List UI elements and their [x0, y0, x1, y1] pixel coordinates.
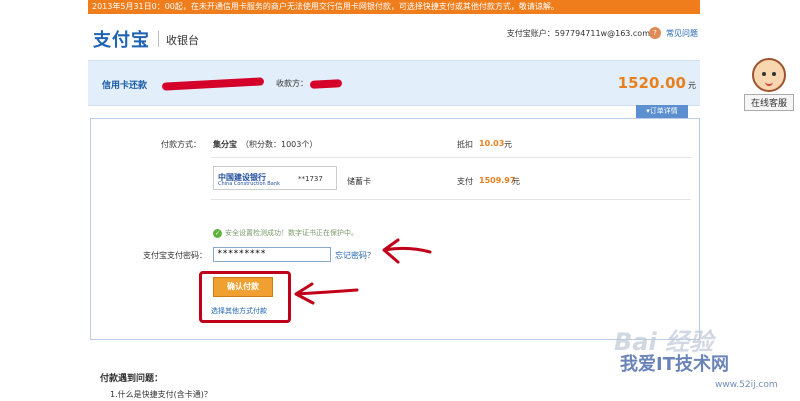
alipay-cashier-page: 2013年5月31日0：00起，在未开通信用卡服务的商户无法使用交行信用卡网银付… — [0, 0, 800, 401]
safety-text: 安全设置检测成功！数字证书正在保护中。 — [225, 229, 358, 237]
pay-amount: 1509.97 — [479, 176, 516, 185]
watermark-sub: 我爱IT技术网 — [620, 354, 729, 375]
online-service-widget[interactable]: 在线客服 — [744, 58, 794, 114]
password-input[interactable]: ********* — [213, 247, 331, 262]
points-note: （积分数：1003个） — [241, 140, 318, 149]
card-number: **1737 — [298, 175, 323, 183]
account-info: 支付宝账户：597794711w@163.com — [506, 29, 650, 38]
check-icon: ✓ — [213, 229, 222, 238]
redaction-mark — [309, 79, 343, 89]
deduct-amount: 10.03 — [479, 139, 505, 148]
row-divider — [211, 157, 691, 158]
service-avatar-icon — [752, 58, 786, 92]
bill-title: 信用卡还款 — [102, 81, 148, 91]
faq-question-1[interactable]: 1.什么是快捷支付(含卡通)？ — [110, 389, 212, 400]
row-divider — [211, 199, 691, 200]
payee-label: 收款方： — [276, 79, 308, 88]
payment-method-label: 付款方式： — [161, 140, 201, 149]
watermark-url: www.52ij.com — [715, 380, 778, 390]
bill-amount: 1520.00 — [617, 74, 686, 92]
payment-panel: 付款方式： 集分宝 （积分数：1003个） 抵扣 10.03 元 中国建设银行 … — [90, 118, 700, 340]
ccb-logo-en: China Construction Bank — [218, 181, 280, 187]
cashier-subtitle: 收银台 — [166, 34, 199, 47]
deduct-label: 抵扣 — [457, 140, 473, 149]
bill-summary-bar: 信用卡还款 收款方： 1520.00 元 — [88, 60, 700, 106]
other-payment-method-link[interactable]: 选择其他方式付款 — [211, 306, 267, 316]
card-type: 储蓄卡 — [347, 177, 371, 186]
online-service-label: 在线客服 — [744, 94, 794, 111]
safety-message: ✓ 安全设置检测成功！数字证书正在保护中。 — [213, 228, 358, 238]
amount-unit: 元 — [688, 81, 696, 90]
header: 支付宝 收银台 支付宝账户：597794711w@163.com ? 常见问题 — [88, 18, 700, 58]
watermark: Bai 经验 我爱IT技术网 www.52ij.com — [590, 318, 800, 401]
notice-banner: 2013年5月31日0：00起，在未开通信用卡服务的商户无法使用交行信用卡网银付… — [88, 0, 700, 14]
bank-card-option[interactable]: 中国建设银行 China Construction Bank **1737 — [213, 166, 337, 190]
password-label: 支付宝支付密码： — [143, 251, 207, 260]
pay-label: 支付 — [457, 177, 473, 186]
points-name: 集分宝 — [213, 140, 237, 149]
forgot-password-link[interactable]: 忘记密码？ — [335, 250, 375, 261]
pay-unit: 元 — [512, 177, 520, 186]
alipay-logo[interactable]: 支付宝 — [93, 26, 150, 52]
help-icon: ? — [649, 27, 661, 39]
faq-title: 付款遇到问题： — [100, 374, 164, 384]
redaction-mark — [161, 77, 265, 91]
deduct-unit: 元 — [504, 140, 512, 149]
faq-link[interactable]: 常见问题 — [666, 28, 698, 39]
confirm-payment-button[interactable]: 确认付款 — [213, 277, 273, 297]
order-details-tab[interactable]: ▾订单详情 — [636, 105, 688, 118]
logo-divider — [158, 31, 159, 47]
